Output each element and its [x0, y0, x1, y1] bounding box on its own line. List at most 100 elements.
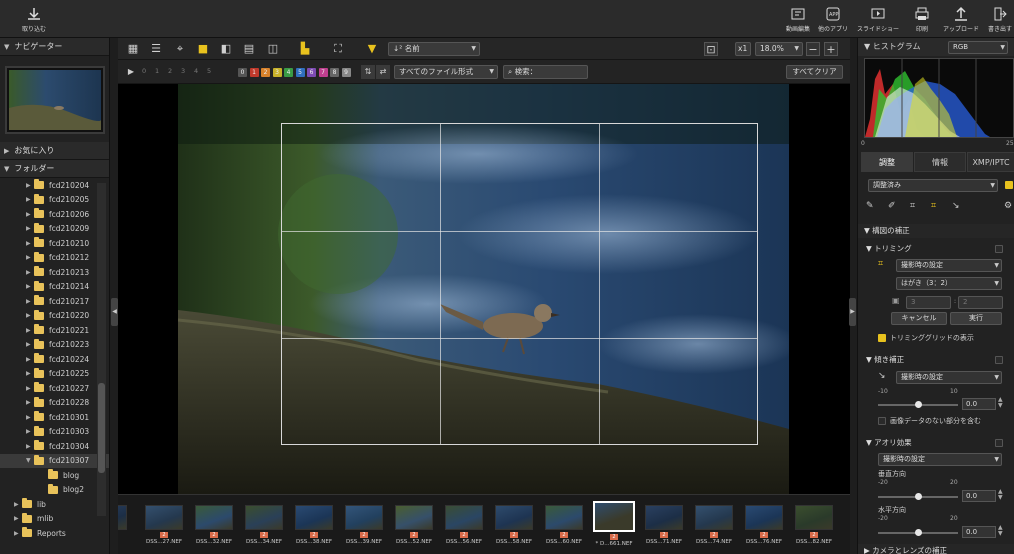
- main-photo[interactable]: [178, 84, 789, 494]
- rating-filter-3[interactable]: 3: [181, 67, 185, 75]
- expand-arrow-icon[interactable]: ▶: [26, 327, 34, 334]
- tab-info[interactable]: 情報: [914, 152, 966, 172]
- rating-filter-4[interactable]: 4: [194, 67, 198, 75]
- import-button[interactable]: 取り込む: [12, 3, 56, 35]
- apply-button[interactable]: 実行: [950, 312, 1002, 325]
- label-filter-chip[interactable]: 8: [330, 68, 339, 77]
- expand-arrow-icon[interactable]: ▶: [26, 443, 34, 450]
- folder-item[interactable]: ▶ fcd210217: [0, 294, 109, 309]
- expand-arrow-icon[interactable]: ▶: [26, 225, 34, 232]
- map-view-icon[interactable]: ⌖: [173, 42, 187, 56]
- file-format-select[interactable]: すべてのファイル形式 ▼: [394, 65, 498, 79]
- label-filter-chip[interactable]: 4: [284, 68, 293, 77]
- expand-arrow-icon[interactable]: ▶: [14, 530, 22, 537]
- filmstrip-thumbnail[interactable]: 2 * D...661.NEF: [592, 501, 636, 551]
- retouch-brush-icon[interactable]: ✐: [888, 201, 896, 211]
- filmstrip-thumbnail[interactable]: 2 DSS...32.NEF: [192, 505, 236, 551]
- filmstrip-thumbnail[interactable]: 2 DSS...38.NEF: [292, 505, 336, 551]
- zoom-select[interactable]: 18.0% ▼: [755, 42, 803, 56]
- folder-item[interactable]: ▶ fcd210204: [0, 178, 109, 193]
- ratio-height-input[interactable]: 2: [958, 296, 1003, 309]
- label-filter-chip[interactable]: 1: [249, 68, 259, 77]
- color-point-icon[interactable]: ⌗: [910, 201, 915, 211]
- subfolder-item[interactable]: blog: [0, 468, 109, 483]
- expand-arrow-icon[interactable]: ▶: [26, 370, 34, 377]
- no-data-checkbox[interactable]: [878, 417, 886, 425]
- tilt-stepper[interactable]: ▲ ▼: [998, 397, 1003, 409]
- grid-view-icon[interactable]: ▦: [126, 42, 140, 56]
- left-panel-collapse-handle[interactable]: ◀: [111, 298, 118, 326]
- zoom-in-icon[interactable]: +: [824, 42, 838, 56]
- label-filter-chip[interactable]: 0: [238, 68, 247, 77]
- navigator-thumbnail[interactable]: [5, 66, 105, 134]
- horizontal-value-input[interactable]: 0.0: [962, 526, 996, 538]
- filter-toggle-icon[interactable]: ⇄: [376, 65, 390, 79]
- horizontal-stepper[interactable]: ▲ ▼: [998, 525, 1003, 537]
- expand-arrow-icon[interactable]: ▶: [26, 240, 34, 247]
- expand-arrow-icon[interactable]: ▶: [26, 254, 34, 261]
- filmstrip-thumbnail[interactable]: 2F: [118, 505, 130, 551]
- straighten-icon[interactable]: ↘: [952, 201, 960, 211]
- expand-arrow-icon[interactable]: ▶: [14, 515, 22, 522]
- folder-item[interactable]: ▶ fcd210209: [0, 222, 109, 237]
- crop-frame[interactable]: [281, 123, 758, 445]
- fit-screen-icon[interactable]: ⊡: [704, 42, 718, 56]
- filmstrip-thumbnail[interactable]: 2 DSS...76.NEF: [742, 505, 786, 551]
- tilt-value-input[interactable]: 0.0: [962, 398, 996, 410]
- export-button[interactable]: 書き出す: [978, 3, 1014, 35]
- filmstrip-thumbnail[interactable]: 2 DSS...39.NEF: [342, 505, 386, 551]
- expand-arrow-icon[interactable]: ▶: [26, 414, 34, 421]
- tilt-mode-select[interactable]: 撮影時の設定 ▼: [896, 371, 1002, 384]
- folder-item[interactable]: ▶ fcd210224: [0, 352, 109, 367]
- expand-arrow-icon[interactable]: ▶: [26, 211, 34, 218]
- vertical-slider-knob[interactable]: [914, 493, 922, 500]
- navigator-header[interactable]: ▼ ナビゲーター: [0, 38, 109, 56]
- expand-arrow-icon[interactable]: ▶: [14, 501, 22, 508]
- expand-arrow-icon[interactable]: ▶: [26, 341, 34, 348]
- slideshow-button[interactable]: スライドショー: [856, 3, 900, 35]
- label-filter-chip[interactable]: 6: [307, 68, 316, 77]
- adjust-tool-icon[interactable]: ✎: [866, 201, 874, 211]
- clear-all-button[interactable]: すべてクリア: [786, 65, 843, 79]
- folder-item[interactable]: ▶ fcd210214: [0, 280, 109, 295]
- filmstrip-thumbnail[interactable]: 2 DSS...27.NEF: [142, 505, 186, 551]
- zoom-multiplier[interactable]: x1: [735, 42, 751, 56]
- right-panel-collapse-handle[interactable]: ▶: [849, 298, 856, 326]
- sort-select[interactable]: ↓² 名前 ▼: [388, 42, 480, 56]
- trimming-mode-select[interactable]: 撮影時の設定 ▼: [896, 259, 1002, 272]
- expand-arrow-icon[interactable]: ▶: [26, 283, 34, 290]
- scrollbar-thumb[interactable]: [98, 383, 105, 473]
- camera-lens-section-header[interactable]: ▶ カメラとレンズの補正: [858, 544, 1014, 554]
- preset-select[interactable]: 調整済み ▼: [868, 179, 998, 192]
- expand-arrow-icon[interactable]: ▶: [26, 182, 34, 189]
- tab-xmp-iptc[interactable]: XMP/IPTC: [967, 152, 1014, 172]
- expand-arrow-icon[interactable]: ▶: [26, 385, 34, 392]
- folder-item[interactable]: ▶ fcd210210: [0, 236, 109, 251]
- print-button[interactable]: 印刷: [900, 3, 944, 35]
- folder-item[interactable]: ▶ mlib: [0, 512, 109, 527]
- compare-view-icon[interactable]: ◧: [219, 42, 233, 56]
- image-viewer[interactable]: [118, 84, 850, 494]
- expand-arrow-icon[interactable]: ▶: [26, 298, 34, 305]
- folder-item[interactable]: ▶ fcd210223: [0, 338, 109, 353]
- trim-grid-checkbox[interactable]: [878, 334, 886, 342]
- folder-item[interactable]: ▶ fcd210205: [0, 193, 109, 208]
- expand-arrow-icon[interactable]: ▶: [26, 312, 34, 319]
- folder-item[interactable]: ▶ Reports: [0, 526, 109, 541]
- multi-view-icon[interactable]: ▤: [242, 42, 256, 56]
- filmstrip-thumbnail[interactable]: 2 DSS...60.NEF: [542, 505, 586, 551]
- tilt-header[interactable]: ▼ 傾き補正: [862, 353, 1012, 367]
- list-view-icon[interactable]: ☰: [149, 42, 163, 56]
- play-icon[interactable]: ▶: [124, 65, 138, 79]
- histogram-channel-select[interactable]: RGB ▼: [948, 41, 1008, 54]
- tilt-slider-knob[interactable]: [914, 401, 922, 408]
- tilt-checkbox[interactable]: [995, 356, 1003, 364]
- folder-item[interactable]: ▶ fcd210212: [0, 251, 109, 266]
- folder-item[interactable]: ▶ fcd210303: [0, 425, 109, 440]
- collapse-arrow-icon[interactable]: ▼: [26, 457, 34, 464]
- folder-item[interactable]: ▶ fcd210221: [0, 323, 109, 338]
- preset-checkbox[interactable]: [1005, 181, 1013, 189]
- vertical-stepper[interactable]: ▲ ▼: [998, 489, 1003, 501]
- folder-item[interactable]: ▶ fcd210206: [0, 207, 109, 222]
- upload-button[interactable]: アップロード: [939, 3, 983, 35]
